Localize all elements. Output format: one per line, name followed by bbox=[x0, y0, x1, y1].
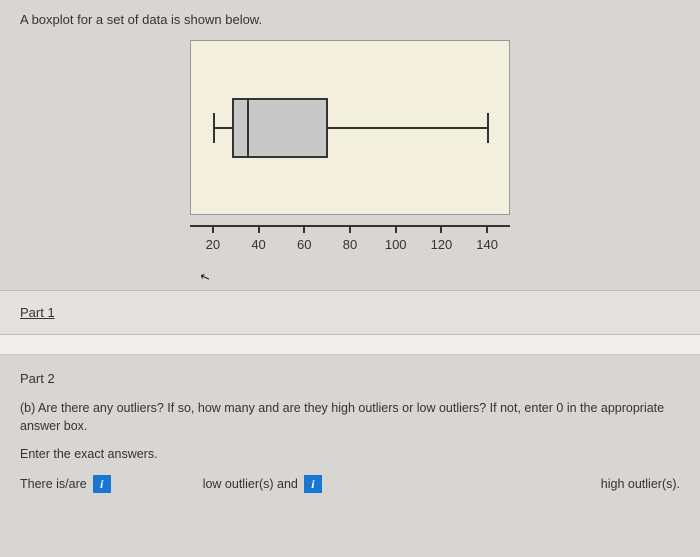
axis-tick-label: 140 bbox=[476, 237, 498, 252]
axis-tick bbox=[486, 225, 488, 233]
intro-text: A boxplot for a set of data is shown bel… bbox=[20, 12, 262, 27]
axis-tick bbox=[258, 225, 260, 233]
axis-tick bbox=[349, 225, 351, 233]
answer-mid: low outlier(s) and bbox=[203, 477, 298, 491]
axis-tick bbox=[303, 225, 305, 233]
x-axis: 20 40 60 80 100 120 140 bbox=[190, 225, 510, 260]
axis-tick-label: 60 bbox=[297, 237, 311, 252]
axis-tick bbox=[212, 225, 214, 233]
part2-instruction: Enter the exact answers. bbox=[20, 447, 680, 461]
answer-lead: There is/are bbox=[20, 477, 87, 491]
axis-tick bbox=[395, 225, 397, 233]
part1-header[interactable]: Part 1 bbox=[0, 290, 700, 335]
part2-section: Part 2 (b) Are there any outliers? If so… bbox=[0, 355, 700, 503]
info-icon[interactable]: i bbox=[304, 475, 322, 493]
cursor-icon: ↖ bbox=[198, 269, 212, 286]
plot-background bbox=[190, 40, 510, 215]
axis-tick-label: 80 bbox=[343, 237, 357, 252]
answer-row: There is/are i low outlier(s) and i high… bbox=[20, 475, 680, 493]
part2-title: Part 2 bbox=[20, 371, 680, 386]
answer-trail: high outlier(s). bbox=[601, 477, 680, 491]
axis-tick-label: 100 bbox=[385, 237, 407, 252]
axis-tick-label: 20 bbox=[206, 237, 220, 252]
info-icon[interactable]: i bbox=[93, 475, 111, 493]
part1-link[interactable]: Part 1 bbox=[20, 305, 55, 320]
axis-tick-label: 40 bbox=[251, 237, 265, 252]
axis-tick bbox=[440, 225, 442, 233]
boxplot-chart: 20 40 60 80 100 120 140 bbox=[0, 35, 700, 270]
part1-body-collapsed bbox=[0, 335, 700, 355]
part2-question: (b) Are there any outliers? If so, how m… bbox=[20, 400, 680, 435]
axis-tick-label: 120 bbox=[431, 237, 453, 252]
question-intro: A boxplot for a set of data is shown bel… bbox=[0, 0, 700, 35]
